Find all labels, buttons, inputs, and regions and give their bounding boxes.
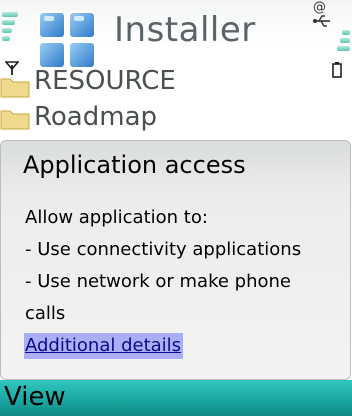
email-indicator-icon: @ <box>313 0 326 15</box>
list-item-label: Roadmap <box>34 102 158 132</box>
dialog-title: Application access <box>23 151 246 179</box>
file-list: RESOURCE Roadmap <box>0 66 352 142</box>
dialog-line: Allow application to: <box>25 207 208 228</box>
dialog-body: Allow application to: - Use connectivity… <box>24 202 343 362</box>
usb-connection-icon <box>313 15 330 27</box>
dialog-line: - Use network or make phone <box>25 271 291 292</box>
folder-icon <box>0 110 30 130</box>
signal-strength-icon <box>2 12 20 44</box>
softkey-bar: View <box>0 380 352 416</box>
folder-icon <box>0 78 30 98</box>
view-softkey[interactable]: View <box>4 382 66 412</box>
dialog-line: calls <box>25 303 66 324</box>
list-item[interactable]: Roadmap <box>0 100 352 136</box>
list-item-label: RESOURCE <box>34 66 176 96</box>
additional-details-link[interactable]: Additional details <box>24 333 184 359</box>
list-item[interactable]: RESOURCE <box>0 64 352 100</box>
app-title: Installer <box>114 10 256 50</box>
dialog-line: - Use connectivity applications <box>25 239 302 260</box>
battery-level-icon <box>332 30 350 54</box>
application-access-dialog: Application access Allow application to:… <box>0 140 351 380</box>
